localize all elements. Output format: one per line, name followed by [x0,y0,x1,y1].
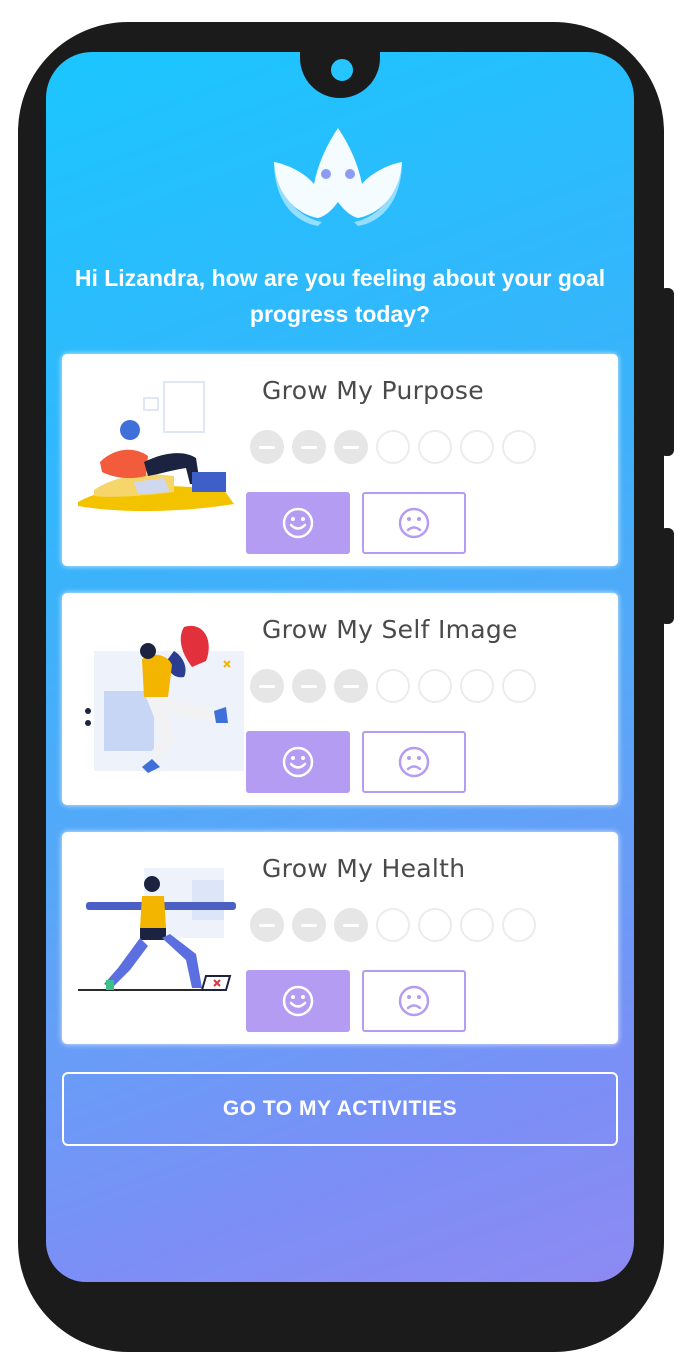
progress-dot-filled[interactable] [250,430,284,464]
progress-dot-empty[interactable] [502,669,536,703]
goal-card-purpose: Grow My Purpose [62,354,618,566]
progress-dot-filled[interactable] [292,669,326,703]
progress-dot-empty[interactable] [418,430,452,464]
progress-dot-filled[interactable] [292,430,326,464]
progress-dot-empty[interactable] [376,669,410,703]
progress-dot-filled[interactable] [334,669,368,703]
smiley-face-icon [282,985,314,1017]
progress-dot-empty[interactable] [376,430,410,464]
progress-dot-empty[interactable] [502,430,536,464]
progress-dot-filled[interactable] [250,908,284,942]
camera-notch [300,52,380,98]
volume-button [660,288,674,456]
go-to-activities-button[interactable]: GO TO MY ACTIVITIES [62,1072,618,1146]
feeling-good-button[interactable] [246,970,350,1032]
power-button [660,528,674,624]
goal-title: Grow My Health [262,854,466,883]
progress-dots [250,430,536,464]
feeling-bad-button[interactable] [362,731,466,793]
progress-dot-empty[interactable] [376,908,410,942]
goal-card-health: Grow My Health [62,832,618,1044]
progress-dot-empty[interactable] [460,669,494,703]
progress-dot-empty[interactable] [460,908,494,942]
greeting-question: Hi Lizandra, how are you feeling about y… [74,265,606,327]
feeling-bad-button[interactable] [362,970,466,1032]
sad-face-icon [398,746,430,778]
progress-dot-empty[interactable] [502,908,536,942]
app-logo-icon [274,128,402,226]
relaxing-person-illustration [78,381,234,512]
progress-dot-empty[interactable] [418,908,452,942]
smiley-face-icon [282,507,314,539]
sad-face-icon [398,507,430,539]
smiley-face-icon [282,746,314,778]
goal-title: Grow My Purpose [262,376,484,405]
progress-dot-filled[interactable] [334,430,368,464]
progress-dot-filled[interactable] [292,908,326,942]
progress-dot-empty[interactable] [460,430,494,464]
progress-dots [250,669,536,703]
progress-dot-filled[interactable] [250,669,284,703]
jumping-person-illustration [85,625,244,773]
progress-dots [250,908,536,942]
progress-dot-empty[interactable] [418,669,452,703]
goal-card-self-image: Grow My Self Image [62,593,618,805]
front-camera [328,56,356,84]
feeling-good-button[interactable] [246,492,350,554]
feeling-good-button[interactable] [246,731,350,793]
feeling-bad-button[interactable] [362,492,466,554]
goal-title: Grow My Self Image [262,615,518,644]
app-screen: Hi Lizandra, how are you feeling about y… [46,52,634,1282]
sad-face-icon [398,985,430,1017]
yoga-person-illustration [78,868,236,991]
progress-dot-filled[interactable] [334,908,368,942]
